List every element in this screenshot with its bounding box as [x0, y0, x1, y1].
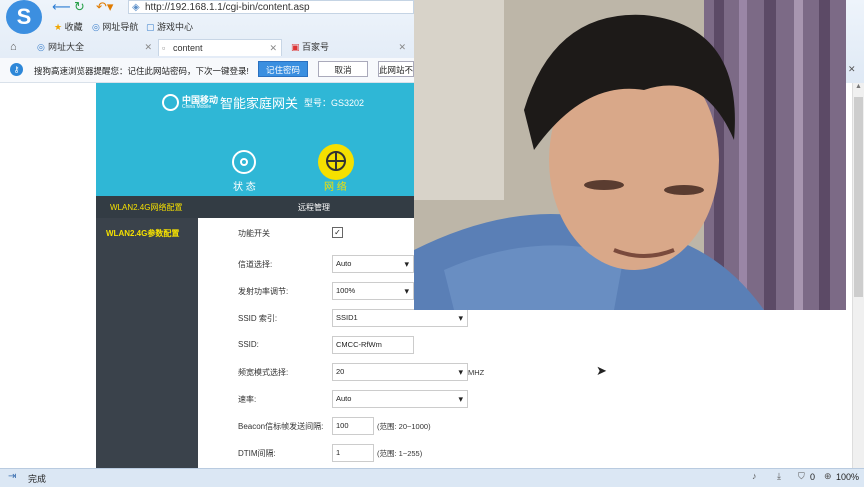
channel-select[interactable]: Auto — [332, 255, 414, 273]
label-bandwidth: 频宽模式选择: — [238, 368, 289, 377]
tab-label: content — [173, 43, 203, 53]
webcam-overlay — [414, 0, 846, 310]
router-header: 中国移动 China Mobile 智能家庭网关 型号：GS3202 状 态 网… — [96, 83, 414, 196]
page-icon: ▫ — [162, 43, 166, 53]
nav-site-label: 网址导航 — [102, 22, 139, 32]
nav-status-label[interactable]: 状 态 — [233, 178, 256, 193]
beacon-input[interactable]: 100 — [332, 417, 374, 435]
download-icon[interactable]: ⤓ — [777, 471, 781, 482]
tab-label: 网址大全 — [48, 42, 85, 52]
mouse-cursor-icon: ➤ — [596, 363, 607, 378]
home-icon[interactable]: ⌂ — [10, 41, 17, 53]
refresh-icon[interactable]: ↻ — [74, 0, 85, 14]
rate-select[interactable]: Auto — [332, 390, 468, 408]
dtim-range-hint: (范围: 1~255) — [377, 449, 423, 458]
scroll-up-icon[interactable]: ▲ — [855, 83, 862, 90]
tab-content[interactable]: ▫ content ✕ — [158, 39, 282, 56]
label-enable: 功能开关 — [238, 229, 270, 238]
tx-power-select[interactable]: 100% — [332, 282, 414, 300]
label-tx-power: 发射功率调节: — [238, 287, 289, 296]
zoom-icon[interactable]: ⊕ — [824, 471, 832, 482]
zoom-level[interactable]: 100% — [836, 472, 859, 482]
label-rate: 速率: — [238, 395, 257, 404]
tab-baijiahao[interactable]: ▣ 百家号 ✕ — [288, 39, 410, 56]
close-icon[interactable]: ✕ — [398, 39, 406, 56]
nav-site-button[interactable]: ◎ 网址导航 — [92, 20, 138, 34]
sidebar: WLAN2.4G参数配置 — [96, 218, 198, 468]
shield-icon: ◈ — [132, 2, 140, 13]
favorites-label: 收藏 — [64, 22, 83, 32]
ssid-input[interactable]: CMCC-RfWm — [332, 336, 414, 354]
sidebar-item-wlan-params[interactable]: WLAN2.4G参数配置 — [106, 228, 179, 239]
shield-icon[interactable]: ⛉ — [798, 471, 805, 482]
bandwidth-select[interactable]: 20 — [332, 363, 468, 381]
key-icon: ⚷ — [10, 63, 23, 76]
model-number: 型号：GS3202 — [304, 98, 365, 108]
status-text: 完成 — [28, 474, 47, 484]
beacon-range-hint: (范围: 20~1000) — [377, 422, 431, 431]
cancel-button[interactable]: 取消 — [318, 61, 368, 77]
vertical-scrollbar[interactable]: ▲ — [852, 83, 864, 468]
globe-icon: ◎ — [92, 22, 100, 32]
label-ssid: SSID: — [238, 340, 259, 349]
game-center-button[interactable]: ▢ 游戏中心 — [146, 20, 193, 34]
never-for-site-button[interactable]: 此网站不 — [378, 61, 414, 77]
ssid-index-select[interactable]: SSID1 — [332, 309, 468, 327]
label-beacon: Beacon信标帧发送间隔: — [238, 422, 324, 431]
star-icon: ★ — [54, 22, 63, 32]
label-channel: 信道选择: — [238, 260, 273, 269]
nav-network-label[interactable]: 网 络 — [324, 178, 347, 193]
product-name: 智能家庭网关 — [220, 96, 299, 111]
close-icon[interactable]: ✕ — [144, 39, 152, 56]
china-mobile-logo-icon — [162, 94, 179, 111]
back-icon[interactable]: ⟵ — [52, 0, 71, 14]
subnav-wlan-config[interactable]: WLAN2.4G网络配置 — [110, 202, 182, 213]
tab-url-directory[interactable]: ◎ 网址大全 ✕ — [34, 39, 156, 56]
enable-checkbox[interactable]: ✓ — [332, 227, 343, 238]
favorites-button[interactable]: ★ 收藏 — [54, 20, 83, 34]
status-icon[interactable] — [232, 150, 256, 174]
tab-label: 百家号 — [302, 42, 330, 52]
globe-icon: ◎ — [37, 42, 45, 52]
close-icon[interactable]: ✕ — [848, 64, 856, 75]
sub-navigation: WLAN2.4G网络配置 远程管理 — [96, 196, 414, 218]
undo-icon[interactable]: ↶▾ — [96, 0, 113, 14]
webcam-image — [414, 0, 846, 310]
bandwidth-unit: MHZ — [468, 368, 485, 377]
game-center-label: 游戏中心 — [157, 22, 194, 32]
blocked-count: 0 — [810, 472, 816, 482]
baijiahao-icon: ▣ — [291, 42, 300, 52]
subnav-remote-management[interactable]: 远程管理 — [298, 202, 330, 213]
network-globe-icon[interactable] — [318, 144, 354, 180]
label-ssid-index: SSID 索引: — [238, 314, 278, 323]
address-bar[interactable]: ◈ http://192.168.1.1/cgi-bin/content.asp — [128, 0, 414, 14]
password-notice-bar: ⚷ 搜狗高速浏览器提醒您：记住此网站密码，下次一键登录! 记住密码 取消 此网站… — [0, 58, 414, 83]
game-icon: ▢ — [146, 22, 155, 32]
status-bar: ⇥ 完成 ♪ ⤓ ⛉ 0 ⊕ 100% — [0, 468, 864, 487]
address-text: http://192.168.1.1/cgi-bin/content.asp — [145, 2, 310, 13]
scrollbar-thumb[interactable] — [854, 97, 863, 297]
close-icon[interactable]: ✕ — [269, 40, 277, 57]
sogou-logo-icon[interactable]: S — [6, 0, 42, 34]
dtim-input[interactable]: 1 — [332, 444, 374, 462]
label-dtim: DTIM间隔: — [238, 449, 276, 458]
notice-text: 搜狗高速浏览器提醒您：记住此网站密码，下次一键登录! — [34, 66, 249, 76]
speaker-icon[interactable]: ♪ — [752, 471, 757, 481]
remember-password-button[interactable]: 记住密码 — [258, 61, 308, 77]
brand-name-en: China Mobile — [182, 104, 212, 110]
sidebar-toggle-icon[interactable]: ⇥ — [8, 471, 16, 482]
